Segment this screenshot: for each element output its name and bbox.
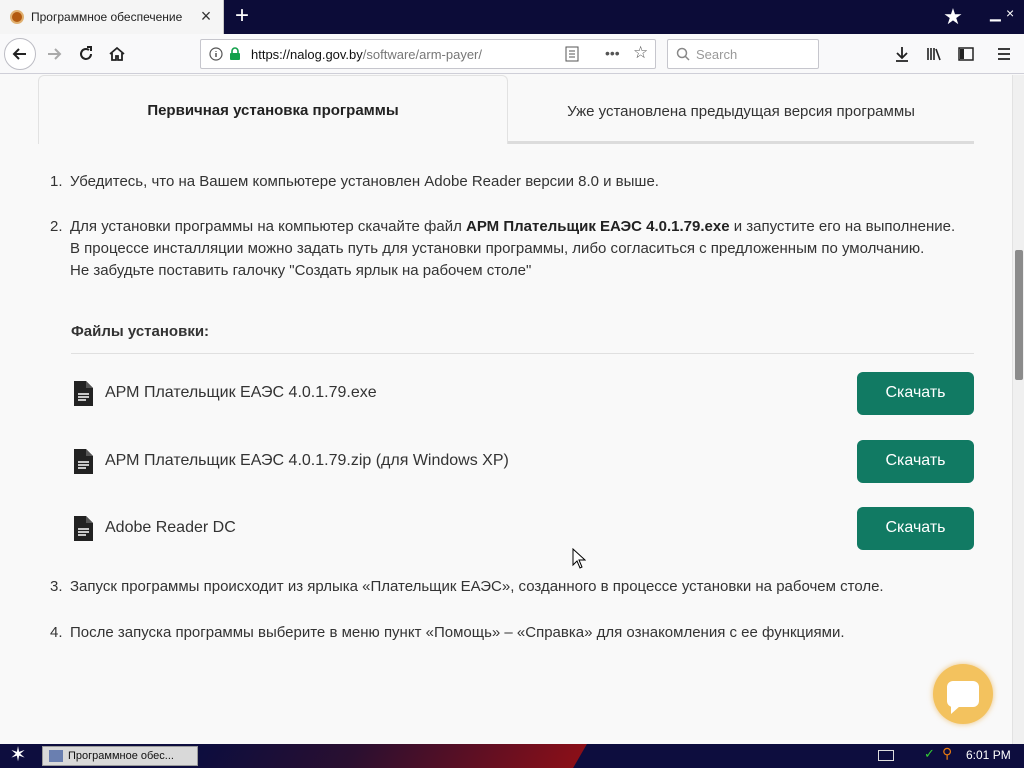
navigation-toolbar: https://nalog.gov.by/software/arm-payer/… xyxy=(0,34,1024,74)
step-text: Запуск программы происходит из ярлыка «П… xyxy=(70,578,884,595)
taskbar-window-label: Программное обес... xyxy=(68,750,174,762)
address-bar[interactable]: https://nalog.gov.by/software/arm-payer/… xyxy=(200,39,656,69)
info-icon[interactable] xyxy=(209,47,223,61)
list-item: Adobe Reader DC Скачать xyxy=(71,506,974,550)
step-text-prefix: Для установки программы на компьютер ска… xyxy=(70,218,467,235)
hamburger-menu-icon xyxy=(998,48,1010,60)
step-number: 4. xyxy=(50,624,63,641)
sidebar-icon xyxy=(958,47,974,61)
reader-view-icon[interactable] xyxy=(565,46,579,62)
step-text: Для установки программы на компьютер ска… xyxy=(70,216,980,282)
extension-star-icon[interactable]: ★ xyxy=(940,4,966,30)
new-tab-icon[interactable]: + xyxy=(229,4,255,30)
installer-filename: АРМ Плательщик ЕАЭС 4.0.1.79.exe xyxy=(466,218,730,235)
sidebar-button[interactable] xyxy=(950,38,982,70)
search-box[interactable] xyxy=(667,39,819,69)
minimize-window-icon[interactable]: ▁ xyxy=(990,5,1001,22)
mouse-cursor-icon xyxy=(572,548,586,569)
tab-first-install[interactable]: Первичная установка программы xyxy=(38,75,508,144)
download-button[interactable]: Скачать xyxy=(857,506,974,550)
file-name: АРМ Плательщик ЕАЭС 4.0.1.79.exe xyxy=(105,384,377,401)
step-text-line2: В процессе инсталляции можно задать путь… xyxy=(70,240,925,257)
step-text: После запуска программы выберите в меню … xyxy=(70,624,845,641)
keyboard-icon[interactable] xyxy=(878,750,894,761)
taskbar-window-button[interactable]: Программное обес... xyxy=(42,746,198,766)
clock[interactable]: 6:01 PM xyxy=(966,748,1011,762)
home-button[interactable] xyxy=(101,38,133,70)
chat-bubble-icon xyxy=(947,681,979,714)
instructions-list-continued: 3. Запуск программы происходит из ярлыка… xyxy=(50,576,980,644)
install-tabs: Первичная установка программы Уже устано… xyxy=(38,75,974,144)
network-icon[interactable]: ✓ xyxy=(924,746,935,762)
page-scrollbar[interactable] xyxy=(1012,75,1024,744)
site-favicon-icon xyxy=(10,10,24,24)
list-item: АРМ Плательщик ЕАЭС 4.0.1.79.exe Скачать xyxy=(71,371,974,415)
url-text: https://nalog.gov.by/software/arm-payer/ xyxy=(251,47,482,62)
list-item: АРМ Плательщик ЕАЭС 4.0.1.79.zip (для Wi… xyxy=(71,439,974,483)
taskbar-decoration xyxy=(193,744,587,768)
list-item: 3. Запуск программы происходит из ярлыка… xyxy=(50,576,980,598)
window-icon xyxy=(49,750,63,762)
browser-tab[interactable]: Программное обеспечение × xyxy=(0,0,224,34)
url-host: https://nalog.gov.by xyxy=(251,46,363,62)
file-name: АРМ Плательщик ЕАЭС 4.0.1.79.zip (для Wi… xyxy=(105,452,509,469)
document-icon xyxy=(74,448,93,474)
tab-previous-version[interactable]: Уже установлена предыдущая версия програ… xyxy=(508,75,974,144)
library-icon xyxy=(927,48,941,61)
search-input[interactable] xyxy=(696,46,806,62)
download-button[interactable]: Скачать xyxy=(857,439,974,483)
reload-icon xyxy=(80,46,92,60)
close-window-icon[interactable]: × xyxy=(1006,5,1014,21)
close-tab-icon[interactable]: × xyxy=(197,7,215,26)
page-content: Первичная установка программы Уже устано… xyxy=(0,75,1012,744)
reload-button[interactable] xyxy=(70,38,102,70)
browser-tab-strip: Программное обеспечение × + ★ ▁ × xyxy=(0,0,1024,34)
page-actions-icon[interactable]: ••• xyxy=(605,45,620,61)
forward-button[interactable] xyxy=(38,38,70,70)
download-arrow-icon xyxy=(896,47,908,62)
padlock-icon[interactable] xyxy=(229,47,241,61)
list-item: 1. Убедитесь, что на Вашем компьютере ус… xyxy=(50,171,980,193)
library-button[interactable] xyxy=(918,38,950,70)
bookmark-star-icon[interactable]: ☆ xyxy=(633,43,648,63)
document-icon xyxy=(74,380,93,406)
scrollbar-thumb[interactable] xyxy=(1015,250,1023,380)
files-heading: Файлы установки: xyxy=(71,320,974,354)
home-icon xyxy=(109,46,125,61)
menu-button[interactable] xyxy=(988,38,1020,70)
chat-button[interactable] xyxy=(933,664,993,724)
download-button[interactable]: Скачать xyxy=(857,371,974,415)
install-files-section: Файлы установки: АРМ Плательщик ЕАЭС 4.0… xyxy=(71,320,974,550)
instructions-list: 1. Убедитесь, что на Вашем компьютере ус… xyxy=(50,171,980,282)
step-number: 1. xyxy=(50,173,63,190)
tray-search-icon[interactable]: ⚲ xyxy=(942,745,952,762)
url-path: /software/arm-payer/ xyxy=(362,46,482,62)
search-icon xyxy=(676,47,690,61)
list-item: 4. После запуска программы выберите в ме… xyxy=(50,622,980,644)
back-arrow-icon xyxy=(12,48,26,60)
step-text-line3: Не забудьте поставить галочку "Создать я… xyxy=(70,262,532,279)
browser-tab-title: Программное обеспечение xyxy=(31,10,183,24)
document-icon xyxy=(74,515,93,541)
forward-arrow-icon xyxy=(48,48,62,60)
step-number: 2. xyxy=(50,218,63,235)
step-text: Убедитесь, что на Вашем компьютере устан… xyxy=(70,173,659,190)
downloads-button[interactable] xyxy=(886,38,918,70)
step-text-suffix: и запустите его на выполнение. xyxy=(729,218,956,235)
list-item: 2. Для установки программы на компьютер … xyxy=(50,216,980,282)
file-name: Adobe Reader DC xyxy=(105,519,236,536)
os-taskbar: ✶ Программное обес... ✓ ⚲ 6:01 PM xyxy=(0,744,1024,768)
step-number: 3. xyxy=(50,578,63,595)
start-menu-icon[interactable]: ✶ xyxy=(4,744,32,768)
back-button[interactable] xyxy=(4,38,36,70)
